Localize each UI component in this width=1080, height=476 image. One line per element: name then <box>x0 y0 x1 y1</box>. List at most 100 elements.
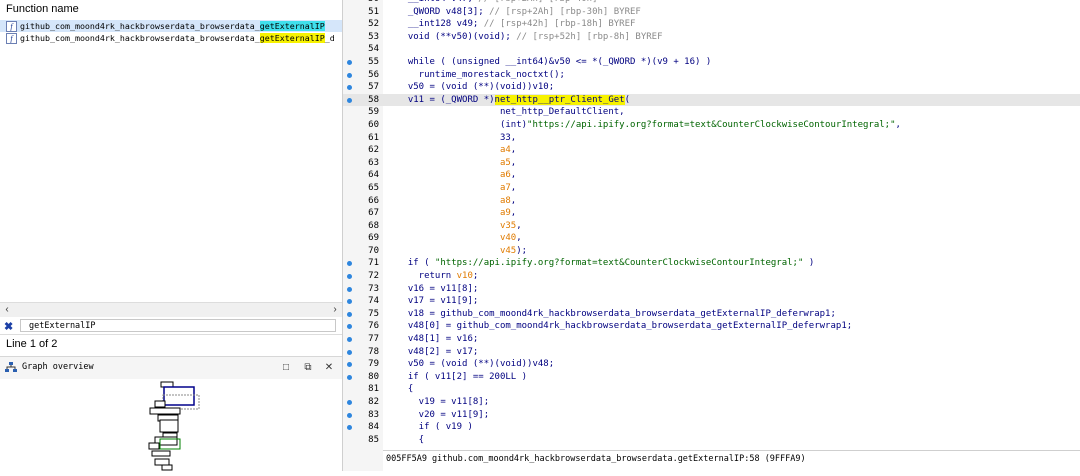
function-list-item[interactable]: f github_com_moond4rk_hackbrowserdata_br… <box>0 20 342 32</box>
code-line[interactable]: 62 a4, <box>343 144 1080 157</box>
graph-node <box>154 458 170 466</box>
filter-input[interactable]: getExternalIP <box>20 319 336 332</box>
code-line[interactable]: 55 while ( (unsigned __int64)&v50 <= *(_… <box>343 56 1080 69</box>
graph-overview-header: Graph overview □ ⧉ ✕ <box>0 356 342 380</box>
code-line[interactable]: 73 v16 = v11[8]; <box>343 283 1080 296</box>
code-text: v18 = github_com_moond4rk_hackbrowserdat… <box>397 308 836 319</box>
breakpoint-dot-icon[interactable] <box>347 400 352 405</box>
breakpoint-dot-icon[interactable] <box>347 374 352 380</box>
code-text: while ( (unsigned __int64)&v50 <= *(_QWO… <box>397 56 712 67</box>
code-line[interactable]: 81 { <box>343 383 1080 396</box>
code-line[interactable]: 63 a5, <box>343 157 1080 170</box>
code-text: a5, <box>499 157 517 168</box>
breakpoint-dot-icon[interactable] <box>347 85 352 91</box>
code-line[interactable]: 66 a8, <box>343 195 1080 208</box>
code-text: { <box>397 384 414 395</box>
code-line[interactable]: 69 v40, <box>343 232 1080 245</box>
code-line[interactable]: 80 if ( v11[2] == 200LL ) <box>343 371 1080 384</box>
function-name-column-header[interactable]: Function name <box>0 0 342 21</box>
code-line[interactable]: 54 <box>343 43 1080 56</box>
code-line[interactable]: 70 v45); <box>343 245 1080 258</box>
line-number: 57 <box>368 82 379 93</box>
code-text: v50 = (void (**)(void))v48; <box>397 359 555 370</box>
code-line[interactable]: 79 v50 = (void (**)(void))v48; <box>343 358 1080 371</box>
code-text: a4, <box>499 145 517 156</box>
code-line[interactable]: 84 if ( v19 ) <box>343 421 1080 434</box>
line-number: 75 <box>368 308 379 319</box>
code-line[interactable]: 64 a6, <box>343 169 1080 182</box>
graph-node <box>163 386 195 406</box>
code-line[interactable]: 67 a9, <box>343 207 1080 220</box>
code-text: runtime_morestack_noctxt(); <box>397 69 565 80</box>
code-line[interactable]: 77 v48[1] = v16; <box>343 333 1080 346</box>
function-list-item[interactable]: f github_com_moond4rk_hackbrowserdata_br… <box>0 32 342 44</box>
line-number: 85 <box>368 434 379 445</box>
breakpoint-dot-icon[interactable] <box>347 261 352 267</box>
scroll-right-icon[interactable]: › <box>328 303 342 317</box>
code-line[interactable]: 52 __int128 v49; // [rsp+42h] [rbp-18h] … <box>343 18 1080 31</box>
code-line-current[interactable]: 58 v11 = (_QWORD *)net_http__ptr_Client_… <box>343 93 1080 107</box>
line-number: 64 <box>368 170 379 181</box>
code-line[interactable]: 57 v50 = (void (**)(void))v10; <box>343 81 1080 94</box>
breakpoint-dot-icon[interactable] <box>347 412 352 418</box>
close-icon[interactable]: ✕ <box>323 362 335 373</box>
code-line[interactable]: 53 void (**v50)(void); // [rsp+52h] [rbp… <box>343 31 1080 44</box>
breakpoint-dot-icon[interactable] <box>347 349 352 355</box>
quick-filter: ✖ getExternalIP <box>0 318 342 335</box>
code-line[interactable]: 78 v48[2] = v17; <box>343 346 1080 359</box>
code-line[interactable]: 60 (int)"https://api.ipify.org?format=te… <box>343 119 1080 132</box>
code-line[interactable]: 56 runtime_morestack_noctxt(); <box>343 69 1080 82</box>
code-line[interactable]: 59 net_http_DefaultClient, <box>343 106 1080 119</box>
function-icon: f <box>6 33 17 44</box>
breakpoint-dot-icon[interactable] <box>347 311 352 317</box>
code-text: v17 = v11[9]; <box>397 296 479 307</box>
code-line[interactable]: 82 v19 = v11[8]; <box>343 396 1080 409</box>
pseudocode-view[interactable]: 50 __int64 v47; // [rsp+2Ah] [rbp-40h] 5… <box>343 0 1080 471</box>
scroll-left-icon[interactable]: ‹ <box>0 303 14 317</box>
code-line[interactable]: 65 a7, <box>343 182 1080 195</box>
breakpoint-dot-icon[interactable] <box>347 286 352 292</box>
code-text: if ( v19 ) <box>397 422 473 433</box>
code-line[interactable]: 76 v48[0] = github_com_moond4rk_hackbrow… <box>343 320 1080 333</box>
function-item-prefix: github_com_moond4rk_hackbrowserdata_brow… <box>20 21 260 31</box>
code-line[interactable]: 71 if ( "https://api.ipify.org?format=te… <box>343 257 1080 270</box>
code-line[interactable]: 85 { <box>343 434 1080 447</box>
functions-panel: Function name f github_com_moond4rk_hack… <box>0 0 343 471</box>
code-text: { <box>397 434 425 445</box>
graph-node <box>161 464 173 471</box>
code-line[interactable]: 74 v17 = v11[9]; <box>343 295 1080 308</box>
line-number: 78 <box>368 346 379 357</box>
graph-overview-canvas[interactable] <box>0 379 342 471</box>
code-line[interactable]: 61 33, <box>343 132 1080 145</box>
close-filter-icon[interactable]: ✖ <box>4 320 13 333</box>
line-number: 52 <box>368 19 379 30</box>
code-line[interactable]: 75 v18 = github_com_moond4rk_hackbrowser… <box>343 308 1080 321</box>
breakpoint-dot-icon[interactable] <box>347 59 352 65</box>
maximize-icon[interactable]: □ <box>280 362 292 373</box>
breakpoint-dot-icon[interactable] <box>347 337 352 343</box>
breakpoint-dot-icon[interactable] <box>347 299 352 305</box>
breakpoint-dot-icon[interactable] <box>347 362 352 368</box>
breakpoint-dot-icon[interactable] <box>347 72 352 78</box>
code-text: a9, <box>499 208 517 219</box>
function-item-suffix: _d <box>324 33 335 43</box>
code-line[interactable]: 51 _QWORD v48[3]; // [rsp+2Ah] [rbp-30h]… <box>343 6 1080 19</box>
breakpoint-dot-icon[interactable] <box>347 324 352 330</box>
breakpoint-dot-icon[interactable] <box>347 425 352 431</box>
code-lines: 50 __int64 v47; // [rsp+2Ah] [rbp-40h] 5… <box>343 0 1080 446</box>
code-text: if ( v11[2] == 200LL ) <box>397 371 528 382</box>
code-line[interactable]: 83 v20 = v11[9]; <box>343 409 1080 422</box>
line-number: 53 <box>368 31 379 42</box>
breakpoint-dot-icon[interactable] <box>347 97 352 103</box>
breakpoint-dot-icon[interactable] <box>347 274 352 280</box>
graph-icon <box>5 362 17 372</box>
horizontal-scrollbar[interactable]: ‹ › <box>0 302 342 317</box>
code-text: a8, <box>499 195 517 206</box>
code-text: v48[1] = v16; <box>397 334 479 345</box>
function-item-match: getExternalIP <box>259 21 325 31</box>
line-number: 84 <box>368 422 379 433</box>
line-number: 54 <box>368 44 379 55</box>
code-line[interactable]: 68 v35, <box>343 220 1080 233</box>
restore-icon[interactable]: ⧉ <box>302 362 314 373</box>
code-line[interactable]: 72 return v10; <box>343 270 1080 283</box>
